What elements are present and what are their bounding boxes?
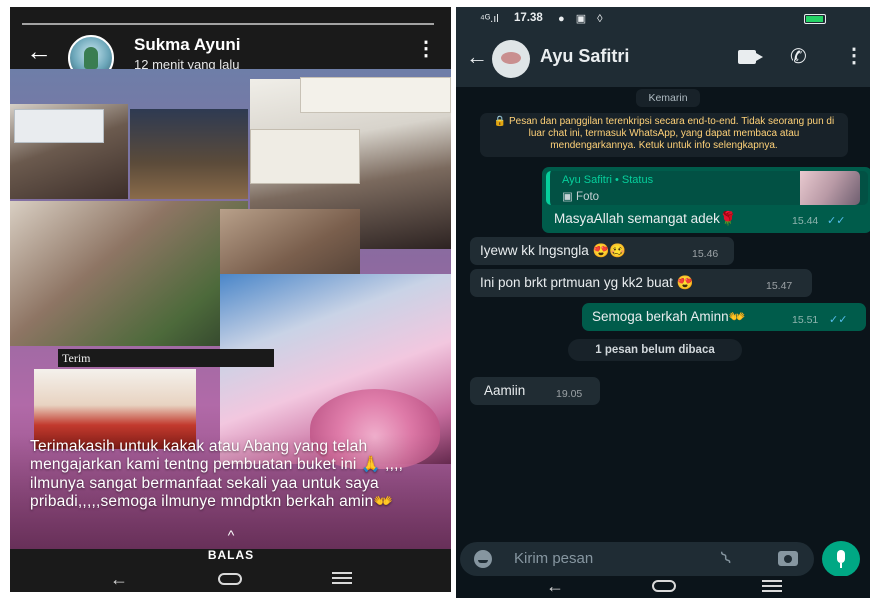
read-receipt-icon: ✓✓	[829, 314, 848, 326]
android-nav-bar: ←	[456, 576, 870, 598]
date-separator: Kemarin	[636, 89, 700, 107]
message-bubble-incoming[interactable]: Ini pon brkt prtmuan yg kk2 buat 😍 15.47	[470, 269, 812, 297]
message-bubble-incoming[interactable]: Iyeww kk lngsngla 😍🥴 15.46	[470, 237, 734, 265]
status-viewer-screen: ← Sukma Ayuni 12 menit yang lalu ⋮ Terim…	[10, 7, 451, 592]
message-bubble-incoming[interactable]: Aamiin 19.05	[470, 377, 600, 405]
message-time: 15.46	[692, 248, 719, 260]
microphone-icon[interactable]	[822, 541, 860, 577]
message-bubble-outgoing[interactable]: Ayu Safitri • Status ▣ Foto MasyaAllah s…	[542, 167, 870, 233]
phone-icon[interactable]: ✆	[790, 44, 807, 69]
nav-recents-icon[interactable]	[762, 580, 782, 592]
android-nav-bar: ←	[10, 567, 451, 592]
more-vertical-icon[interactable]: ⋮	[844, 46, 864, 66]
chat-screen: ⁴ᴳ.ıl 17.38 ● ▣ ◊ ← Ayu Safitri ✆ ⋮ Kema…	[456, 7, 870, 598]
message-text: Semoga berkah Aminn👐	[592, 309, 746, 324]
collage-photo	[130, 109, 248, 199]
story-photo-collage: Terim Terimakasih untuk kakak atau Abang…	[10, 69, 451, 549]
message-composer: Kirim pesan ⌇	[456, 541, 870, 577]
nav-back-icon[interactable]: ←	[110, 569, 128, 590]
notification-icons: ● ▣ ◊	[558, 13, 607, 25]
message-bubble-outgoing[interactable]: Semoga berkah Aminn👐 15.51 ✓✓	[582, 303, 866, 331]
chat-header: ← Ayu Safitri ✆ ⋮	[456, 31, 870, 87]
unread-messages-divider: 1 pesan belum dibaca	[568, 339, 742, 361]
status-bar: ⁴ᴳ.ıl 17.38 ● ▣ ◊	[456, 7, 870, 31]
collage-text-overlay-label: Terim	[62, 351, 91, 365]
message-input[interactable]: Kirim pesan ⌇	[460, 542, 814, 576]
emoji-icon[interactable]	[474, 550, 492, 568]
message-list[interactable]: Kemarin 🔒 Pesan dan panggilan terenkrips…	[456, 87, 870, 542]
avatar[interactable]	[492, 40, 530, 78]
encryption-notice[interactable]: 🔒 Pesan dan panggilan terenkripsi secara…	[480, 113, 848, 157]
read-receipt-icon: ✓✓	[827, 215, 846, 227]
quoted-status[interactable]: Ayu Safitri • Status ▣ Foto	[546, 171, 868, 205]
quoted-status-thumbnail	[800, 171, 860, 205]
arrow-left-icon[interactable]: ←	[466, 44, 488, 70]
nav-home-icon[interactable]	[652, 580, 676, 592]
nav-back-icon[interactable]: ←	[546, 576, 564, 597]
message-time: 15.47	[766, 280, 793, 292]
collage-photo	[10, 201, 248, 346]
message-time: 15.51	[792, 314, 819, 326]
nav-home-icon[interactable]	[218, 573, 242, 585]
quoted-status-type: ▣ Foto	[562, 191, 600, 203]
battery-icon	[804, 13, 844, 25]
contact-name[interactable]: Ayu Safitri	[540, 46, 629, 67]
video-call-icon[interactable]	[738, 50, 763, 64]
signal-icon: ⁴ᴳ.ıl	[480, 13, 499, 25]
message-time: 19.05	[556, 388, 583, 400]
story-caption-text: Terimakasih untuk kakak atau Abang yang …	[30, 438, 404, 511]
camera-icon[interactable]	[778, 551, 798, 566]
message-input-placeholder: Kirim pesan	[514, 550, 594, 567]
more-vertical-icon[interactable]: ⋮	[416, 39, 436, 59]
message-text: Iyeww kk lngsngla 😍🥴	[480, 243, 627, 258]
message-text: Aamiin	[484, 383, 526, 398]
message-text: Ini pon brkt prtmuan yg kk2 buat 😍	[480, 275, 694, 290]
paperclip-icon[interactable]: ⌇	[717, 547, 736, 569]
event-banner-photo	[300, 77, 451, 113]
reply-button[interactable]: BALAS	[200, 548, 262, 562]
event-banner-photo	[14, 109, 104, 143]
chevron-up-icon[interactable]: ^	[216, 527, 246, 543]
nav-recents-icon[interactable]	[332, 572, 352, 584]
collage-text-overlay: Terim	[58, 349, 274, 367]
arrow-left-icon[interactable]: ←	[26, 37, 54, 65]
message-time: 15.44	[792, 215, 819, 227]
event-banner-photo	[250, 129, 360, 184]
story-progress-bar	[22, 23, 434, 25]
clock: 17.38	[514, 12, 543, 24]
quoted-status-title: Ayu Safitri • Status	[562, 174, 654, 186]
contact-name: Sukma Ayuni	[134, 35, 241, 54]
message-text: MasyaAllah semangat adek🌹	[554, 211, 737, 226]
